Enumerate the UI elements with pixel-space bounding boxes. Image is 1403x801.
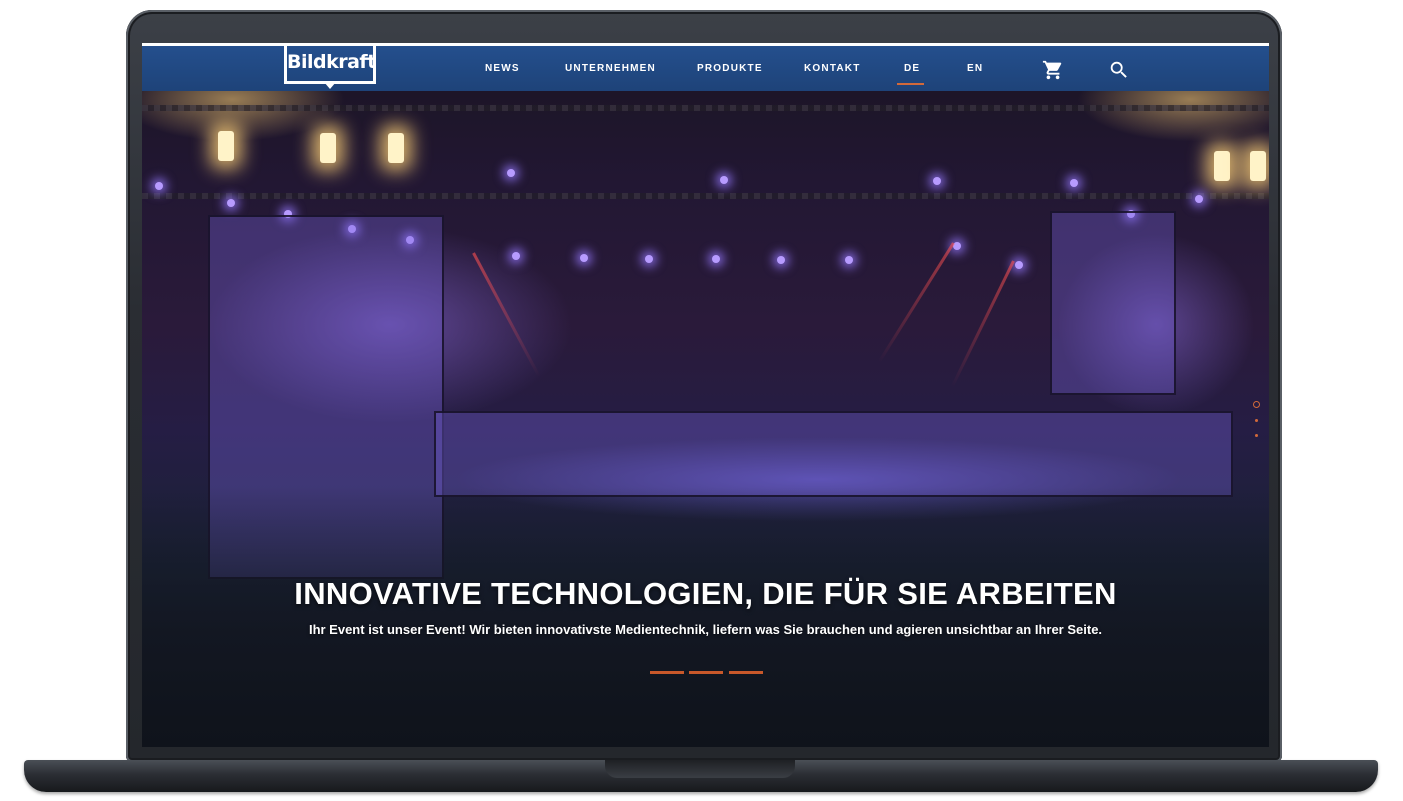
cart-icon[interactable] xyxy=(1042,59,1064,81)
stage-light xyxy=(1195,195,1203,203)
nav-item-unternehmen[interactable]: UNTERNEHMEN xyxy=(565,63,656,74)
stage-spotlight xyxy=(320,133,336,163)
stage-light xyxy=(1070,179,1078,187)
stage-light xyxy=(777,256,785,264)
stage-light xyxy=(227,199,235,207)
stage-light xyxy=(1015,261,1023,269)
light-beam xyxy=(950,260,1015,388)
search-icon[interactable] xyxy=(1108,59,1130,81)
stage-light xyxy=(580,254,588,262)
logo-speech-tail xyxy=(324,82,336,89)
hero-gradient-overlay xyxy=(142,487,1269,747)
stage-spotlight xyxy=(1250,151,1266,181)
stage-spotlight xyxy=(218,131,234,161)
main-navigation: Bildkraft NEWS UNTERNEHMEN PRODUKTE KONT… xyxy=(142,43,1269,91)
stage-light xyxy=(645,255,653,263)
side-nav-dot[interactable] xyxy=(1255,419,1258,422)
nav-item-kontakt[interactable]: KONTAKT xyxy=(804,63,861,74)
hero-subtitle: Ihr Event ist unser Event! Wir bieten in… xyxy=(308,622,1103,637)
stage-light xyxy=(933,177,941,185)
side-nav-dot-active[interactable] xyxy=(1253,401,1260,408)
stage-truss xyxy=(142,193,1269,199)
stage-light xyxy=(155,182,163,190)
hero-background-image xyxy=(142,43,1269,747)
nav-item-news[interactable]: NEWS xyxy=(485,63,520,74)
stage-spotlight xyxy=(1214,151,1230,181)
laptop-notch xyxy=(605,760,795,778)
stage-light xyxy=(845,256,853,264)
stage-light xyxy=(512,252,520,260)
stage-truss xyxy=(142,105,1269,111)
stage-spotlight xyxy=(388,133,404,163)
bildkraft-logo[interactable]: Bildkraft xyxy=(284,46,376,84)
active-language-indicator xyxy=(897,83,924,85)
side-nav-dot[interactable] xyxy=(1255,434,1258,437)
slider-indicator-1[interactable] xyxy=(650,671,684,674)
slider-indicator-2[interactable] xyxy=(689,671,723,674)
nav-item-produkte[interactable]: PRODUKTE xyxy=(697,63,763,74)
stage-light xyxy=(712,255,720,263)
stage-light xyxy=(720,176,728,184)
nav-item-language-en[interactable]: EN xyxy=(967,63,983,74)
light-beam xyxy=(472,252,541,378)
browser-viewport: Bildkraft NEWS UNTERNEHMEN PRODUKTE KONT… xyxy=(142,43,1269,747)
video-wall-center xyxy=(434,411,1233,497)
stage-light xyxy=(507,169,515,177)
light-beam xyxy=(878,242,955,363)
hero-title: INNOVATIVE TECHNOLOGIEN, DIE FÜR SIE ARB… xyxy=(294,576,1117,611)
nav-item-language-de[interactable]: DE xyxy=(904,63,920,74)
slider-indicator-3[interactable] xyxy=(729,671,763,674)
video-wall-right xyxy=(1050,211,1176,395)
